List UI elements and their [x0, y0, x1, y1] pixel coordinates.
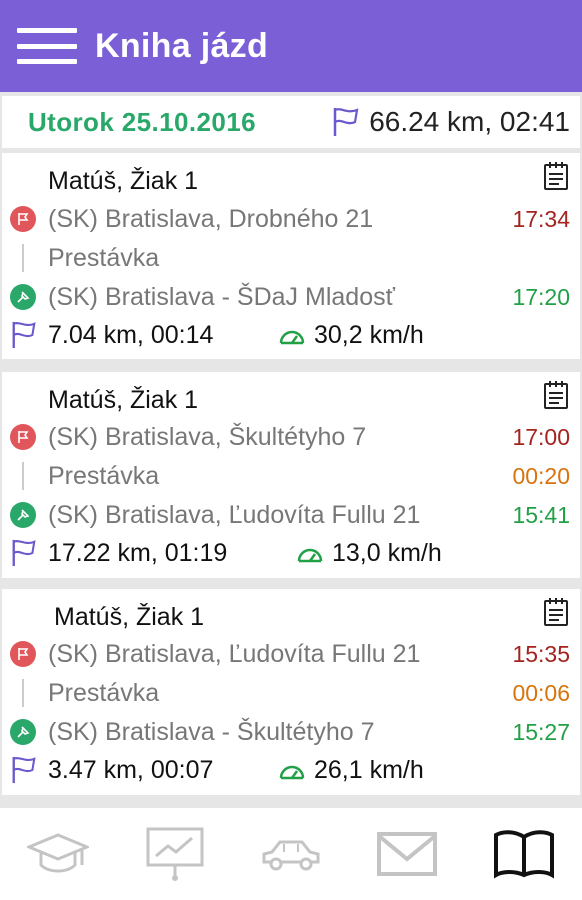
graduation-cap-icon[interactable]	[18, 819, 98, 889]
flag-icon	[12, 321, 36, 349]
notes-icon[interactable]	[542, 380, 570, 415]
end-time: 15:35	[512, 640, 570, 667]
app-bar: Kniha jázd	[0, 0, 582, 92]
pause-time: 00:06	[512, 679, 570, 706]
end-location: (SK) Bratislava, Drobného 21	[48, 204, 374, 233]
start-time: 15:27	[512, 718, 570, 745]
mail-icon[interactable]	[367, 819, 447, 889]
start-location-row: (SK) Bratislava - Škultétyho 7 15:27	[2, 714, 580, 750]
start-time: 17:20	[512, 283, 570, 310]
avg-speed-value: 30,2 km/h	[314, 320, 424, 349]
pause-label: Prestávka	[48, 243, 160, 272]
finish-flag-icon	[10, 424, 36, 450]
day-header: Utorok 25.10.2016 66.24 km, 02:41	[2, 96, 580, 148]
start-location: (SK) Bratislava - ŠDaJ Mladosť	[48, 282, 395, 311]
end-location-row: (SK) Bratislava, Ľudovíta Fullu 21 15:35	[2, 636, 580, 672]
driver-name: Matúš, Žiak 1	[54, 603, 205, 631]
pause-row: Prestávka 00:20	[2, 458, 580, 494]
pause-label: Prestávka	[48, 678, 160, 707]
avg-speed: 26,1 km/h	[278, 756, 424, 785]
end-time: 17:34	[512, 205, 570, 232]
trip-stats: 7.04 km, 00:14 30,2 km/h	[2, 317, 580, 353]
distance-duration: 3.47 km, 00:07	[48, 755, 214, 784]
end-time: 17:00	[512, 423, 570, 450]
trip-card[interactable]: Matúš, Žiak 1 (SK) Bratislava, Drobného …	[2, 153, 580, 359]
end-location-row: (SK) Bratislava, Drobného 21 17:34	[2, 201, 580, 237]
presentation-chart-icon[interactable]	[135, 819, 215, 889]
flag-icon	[12, 756, 36, 784]
driver-name: Matúš, Žiak 1	[48, 167, 199, 195]
speedometer-icon	[297, 548, 323, 563]
start-time: 15:41	[512, 501, 570, 528]
end-location-row: (SK) Bratislava, Škultétyho 7 17:00	[2, 419, 580, 455]
route-connector	[22, 679, 24, 707]
avg-speed-value: 13,0 km/h	[332, 538, 442, 567]
start-location: (SK) Bratislava - Škultétyho 7	[48, 717, 375, 746]
start-pin-icon	[10, 719, 36, 745]
trip-card[interactable]: Matúš, Žiak 1 (SK) Bratislava, Ľudovíta …	[2, 589, 580, 795]
route-connector	[22, 244, 24, 272]
car-icon[interactable]	[251, 819, 331, 889]
trip-card[interactable]: Matúš, Žiak 1 (SK) Bratislava, Škultétyh…	[2, 372, 580, 578]
end-location: (SK) Bratislava, Ľudovíta Fullu 21	[48, 639, 421, 668]
trip-stats: 17.22 km, 01:19 13,0 km/h	[2, 535, 580, 571]
avg-speed-value: 26,1 km/h	[314, 755, 424, 784]
pause-row: Prestávka	[2, 240, 580, 276]
start-pin-icon	[10, 502, 36, 528]
start-location-row: (SK) Bratislava, Ľudovíta Fullu 21 15:41	[2, 497, 580, 533]
speedometer-icon	[279, 330, 305, 345]
finish-flag-icon	[10, 641, 36, 667]
book-icon[interactable]	[484, 819, 564, 889]
avg-speed: 30,2 km/h	[278, 321, 424, 350]
speedometer-icon	[279, 765, 305, 780]
notes-icon[interactable]	[542, 597, 570, 632]
flag-icon	[12, 539, 36, 567]
pause-time: 00:20	[512, 462, 570, 489]
distance-duration: 17.22 km, 01:19	[48, 538, 228, 567]
date-label: Utorok 25.10.2016	[28, 106, 256, 137]
pause-label: Prestávka	[48, 461, 160, 490]
start-pin-icon	[10, 284, 36, 310]
start-location-row: (SK) Bratislava - ŠDaJ Mladosť 17:20	[2, 279, 580, 315]
pause-row: Prestávka 00:06	[2, 675, 580, 711]
page-title: Kniha jázd	[95, 26, 269, 65]
route-connector	[22, 462, 24, 490]
day-summary-text: 66.24 km, 02:41	[369, 106, 570, 137]
distance-duration: 7.04 km, 00:14	[48, 320, 214, 349]
day-summary: 66.24 km, 02:41	[331, 106, 570, 138]
flag-icon	[333, 108, 359, 136]
trip-stats: 3.47 km, 00:07 26,1 km/h	[2, 752, 580, 788]
menu-icon[interactable]	[17, 24, 77, 68]
finish-flag-icon	[10, 206, 36, 232]
notes-icon[interactable]	[542, 161, 570, 196]
start-location: (SK) Bratislava, Ľudovíta Fullu 21	[48, 500, 421, 529]
avg-speed: 13,0 km/h	[296, 539, 442, 568]
end-location: (SK) Bratislava, Škultétyho 7	[48, 422, 367, 451]
driver-name: Matúš, Žiak 1	[48, 386, 199, 414]
bottom-nav	[0, 808, 582, 900]
